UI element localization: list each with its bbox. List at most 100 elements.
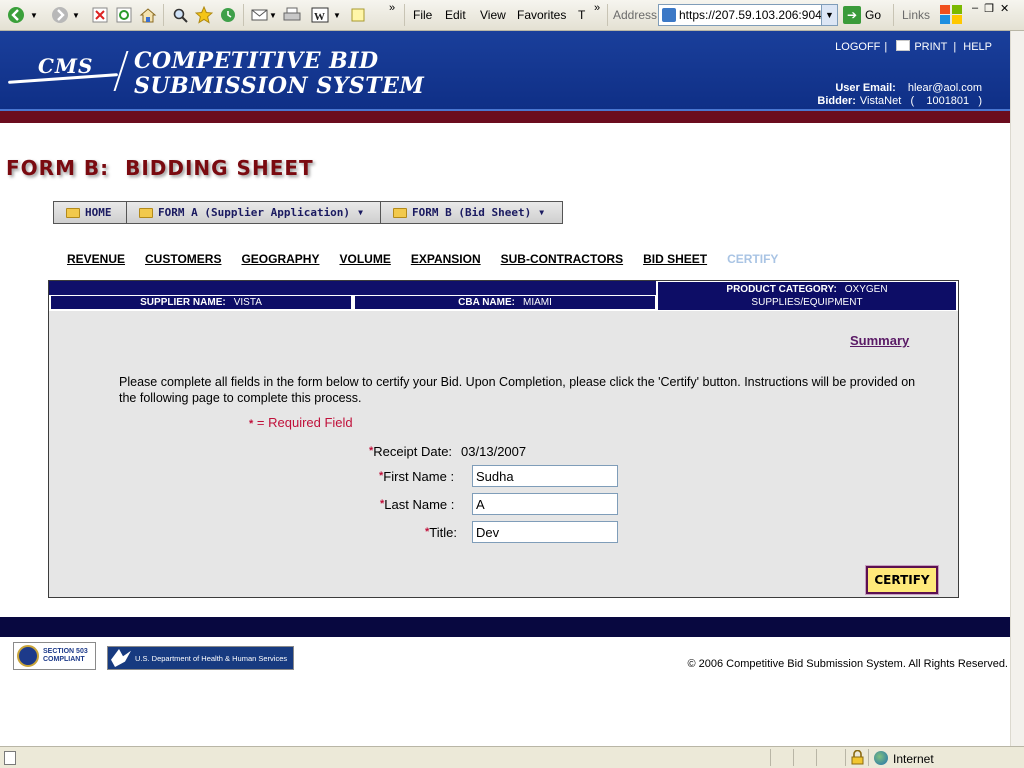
minimize-icon[interactable]: – — [972, 2, 978, 15]
edit-dropdown-icon[interactable]: ▼ — [332, 5, 342, 25]
logoff-link[interactable]: LOGOFF — [835, 41, 880, 53]
mail-dropdown-icon[interactable]: ▼ — [268, 5, 278, 25]
search-icon[interactable] — [170, 5, 190, 25]
nav-form-a-label: FORM A (Supplier Application) — [158, 206, 351, 219]
cms-logo: CMS — [8, 51, 129, 91]
product-category-row: PRODUCT CATEGORY: OXYGEN — [658, 283, 956, 296]
printer-icon — [896, 40, 911, 51]
back-dropdown-icon[interactable]: ▼ — [28, 5, 40, 25]
status-separator — [816, 749, 817, 766]
svg-text:W: W — [314, 11, 325, 23]
folder-icon — [393, 207, 407, 218]
toolbar-separator — [607, 4, 608, 26]
bidder-label: Bidder: — [817, 95, 856, 107]
address-url: https://207.59.103.206:9049 — [679, 8, 829, 22]
section-508-text: SECTION 503 COMPLIANT — [43, 648, 88, 664]
tab-volume[interactable]: VOLUME — [339, 252, 390, 266]
summary-link[interactable]: Summary — [850, 333, 909, 348]
help-link[interactable]: HELP — [963, 41, 992, 53]
history-icon[interactable] — [218, 5, 238, 25]
nav-form-b[interactable]: FORM B (Bid Sheet) ▼ — [380, 201, 563, 224]
header-links: LOGOFF | PRINT | HELP — [833, 39, 994, 53]
user-email-label: User Email: — [835, 82, 896, 94]
close-icon[interactable]: ✕ — [1000, 2, 1009, 15]
favorites-star-icon[interactable] — [194, 5, 214, 25]
forward-dropdown-icon[interactable]: ▼ — [70, 5, 82, 25]
word-edit-icon[interactable]: W — [310, 5, 330, 25]
tab-expansion[interactable]: EXPANSION — [411, 252, 481, 266]
instructions-text: Please complete all fields in the form b… — [119, 375, 916, 405]
chevron-down-icon: ▼ — [358, 208, 363, 217]
first-name-row: * First Name : — [379, 465, 454, 487]
print-icon[interactable] — [282, 5, 302, 25]
last-name-label: Last Name : — [384, 496, 455, 512]
hhs-badge[interactable]: U.S. Department of Health & Human Servic… — [107, 646, 294, 670]
menu-file[interactable]: File — [413, 8, 432, 22]
product-category-label: PRODUCT CATEGORY: — [726, 284, 837, 295]
first-name-field[interactable] — [472, 465, 618, 487]
last-name-field[interactable] — [472, 493, 618, 515]
security-zone: Internet — [893, 752, 934, 766]
status-separator — [770, 749, 771, 766]
menu-edit[interactable]: Edit — [445, 8, 466, 22]
browser-toolbar: ▼ ▼ ▼ W ▼ » File Edit View Favorites T »… — [0, 0, 1024, 31]
go-arrow-icon: ➔ — [843, 6, 861, 24]
print-link[interactable]: PRINT — [894, 40, 949, 53]
links-button[interactable]: Links — [902, 8, 930, 22]
address-label: Address — [613, 8, 658, 22]
tab-revenue[interactable]: REVENUE — [67, 252, 125, 266]
menu-tools[interactable]: T — [578, 8, 585, 22]
product-category-cell: PRODUCT CATEGORY: OXYGEN SUPPLIES/EQUIPME… — [658, 282, 956, 310]
address-dropdown-icon[interactable]: ▼ — [821, 5, 837, 25]
title-field[interactable] — [472, 521, 618, 543]
tab-geography[interactable]: GEOGRAPHY — [241, 252, 319, 266]
status-separator — [868, 749, 869, 766]
window-controls: – ❐ ✕ — [972, 2, 1009, 15]
product-category-value-2: SUPPLIES/EQUIPMENT — [751, 297, 863, 308]
browser-status-bar: Internet — [0, 746, 1024, 768]
site-title-line2: SUBMISSION SYSTEM — [134, 73, 425, 99]
cba-name-label: CBA NAME: — [458, 297, 515, 308]
menu-favorites[interactable]: Favorites — [517, 8, 566, 22]
chevron-down-icon: ▼ — [539, 208, 545, 217]
back-icon[interactable] — [6, 5, 26, 25]
refresh-icon[interactable] — [114, 5, 134, 25]
menu-chevron[interactable]: » — [594, 2, 600, 14]
cba-name-value: MIAMI — [522, 297, 552, 308]
nav-form-b-label: FORM B (Bid Sheet) — [412, 206, 532, 219]
title-label: Title: — [429, 524, 457, 540]
page-title: FORM B: BIDDING SHEET — [6, 156, 314, 180]
hhs-text: U.S. Department of Health & Human Servic… — [135, 653, 288, 663]
tab-sub-contractors[interactable]: SUB-CONTRACTORS — [501, 252, 623, 266]
go-label: Go — [865, 8, 882, 22]
certify-button[interactable]: CERTIFY — [865, 565, 939, 595]
required-star: * — [249, 418, 254, 430]
bidder-row: Bidder: VistaNet ( 1001801 ) — [817, 95, 982, 108]
sub-tabs: REVENUE CUSTOMERS GEOGRAPHY VOLUME EXPAN… — [67, 252, 798, 266]
restore-icon[interactable]: ❐ — [984, 2, 994, 15]
nav-form-a[interactable]: FORM A (Supplier Application) ▼ — [126, 201, 381, 224]
receipt-date-label: Receipt Date: — [373, 443, 453, 459]
nav-home[interactable]: HOME — [53, 201, 127, 224]
lock-icon[interactable] — [851, 749, 864, 765]
site-title-line1: COMPETITIVE BID — [134, 48, 379, 74]
required-field-note: * = Required Field — [249, 415, 353, 430]
stop-icon[interactable] — [90, 5, 110, 25]
note-icon[interactable] — [348, 5, 368, 25]
mail-icon[interactable] — [250, 5, 270, 25]
supplier-name-cell: SUPPLIER NAME: VISTA — [51, 296, 351, 309]
address-input[interactable]: https://207.59.103.206:9049 ▼ — [658, 4, 838, 26]
tab-customers[interactable]: CUSTOMERS — [145, 252, 221, 266]
forward-icon[interactable] — [50, 5, 70, 25]
menu-view[interactable]: View — [480, 8, 506, 22]
main-nav: HOME FORM A (Supplier Application) ▼ FOR… — [53, 201, 563, 224]
last-name-row: * Last Name : — [380, 493, 454, 515]
footer-bar — [0, 617, 1010, 637]
toolbar-chevron[interactable]: » — [389, 2, 395, 14]
go-button[interactable]: ➔ Go — [843, 5, 881, 25]
tab-bid-sheet[interactable]: BID SHEET — [643, 252, 707, 266]
section-508-badge[interactable]: SECTION 503 COMPLIANT — [13, 642, 96, 670]
header-separator: | — [884, 41, 888, 53]
home-icon[interactable] — [138, 5, 158, 25]
page-scrollbar[interactable] — [1010, 31, 1024, 746]
